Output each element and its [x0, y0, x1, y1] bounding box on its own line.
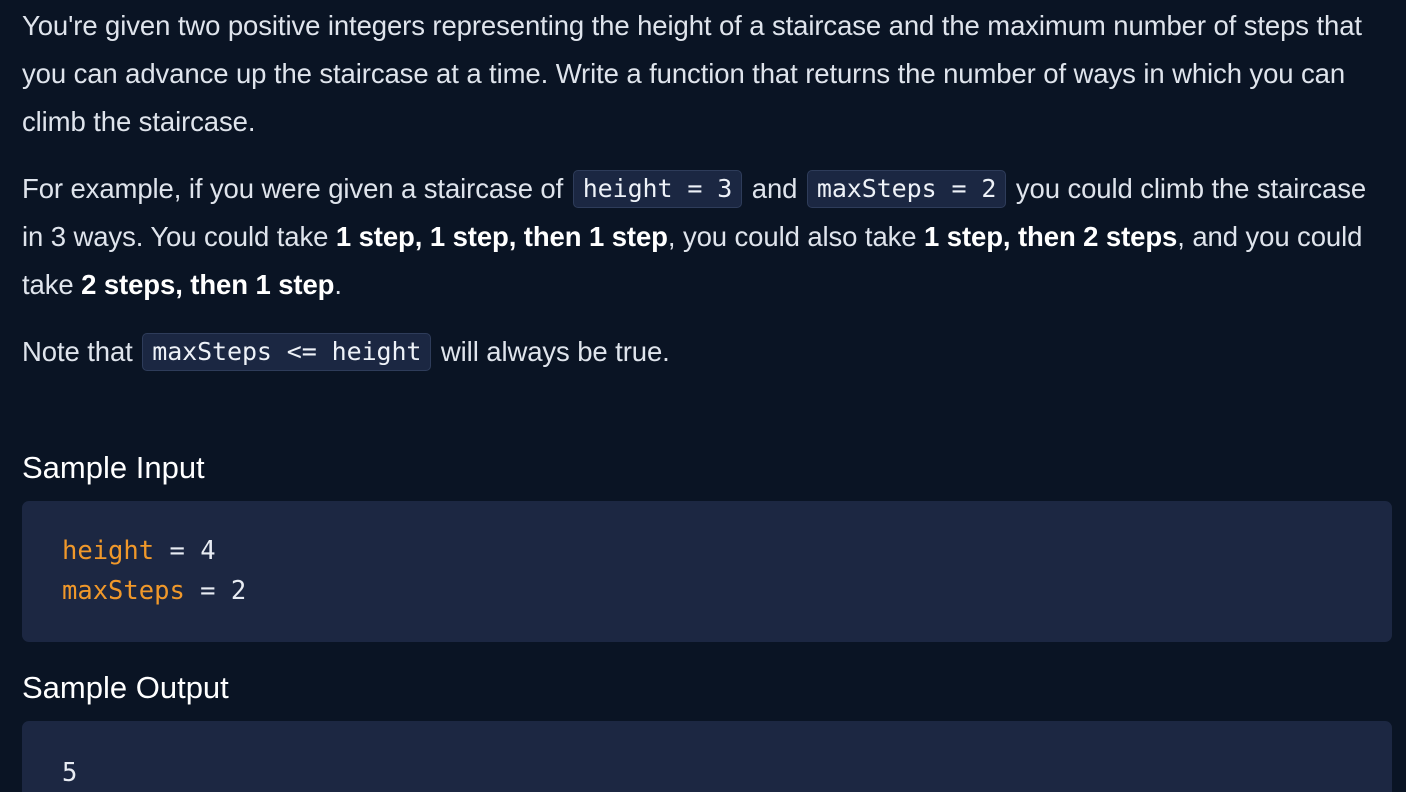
example-text-6: . [334, 269, 342, 300]
assignment-operator: = [154, 536, 201, 566]
problem-example: For example, if you were given a stairca… [22, 165, 1392, 309]
sample-input-line: maxSteps = 2 [62, 576, 246, 606]
sample-input-code-block: height = 4 maxSteps = 2 [22, 501, 1392, 642]
inline-code-constraint: maxSteps <= height [142, 333, 432, 371]
variable-value: 2 [230, 576, 247, 606]
problem-description: You're given two positive integers repre… [22, 10, 1362, 137]
problem-note: Note that maxSteps <= height will always… [22, 328, 1392, 376]
problem-page: You're given two positive integers repre… [0, 0, 1406, 792]
sample-input-line: height = 4 [62, 536, 216, 566]
variable-name: maxSteps [62, 576, 185, 606]
sample-output-heading: Sample Output [22, 670, 229, 705]
example-text-4: , you could also take [667, 221, 925, 252]
bold-way-2: 1 step, then 2 steps [924, 221, 1178, 252]
variable-value: 4 [200, 536, 216, 566]
sample-input-heading: Sample Input [22, 450, 205, 485]
note-text-1: Note that [22, 336, 141, 367]
bold-way-3: 2 steps, then 1 step [81, 269, 335, 300]
inline-code-height: height = 3 [572, 170, 743, 208]
example-text-1: For example, if you were given a stairca… [22, 173, 571, 204]
note-text-2: will always be true. [433, 336, 670, 367]
assignment-operator: = [184, 576, 231, 606]
bold-way-1: 1 step, 1 step, then 1 step [335, 221, 668, 252]
sample-output-code-block: 5 [22, 721, 1392, 792]
sample-output-value: 5 [62, 758, 78, 788]
example-text-2: and [744, 173, 805, 204]
inline-code-maxsteps: maxSteps = 2 [806, 170, 1007, 208]
variable-name: height [62, 536, 155, 566]
